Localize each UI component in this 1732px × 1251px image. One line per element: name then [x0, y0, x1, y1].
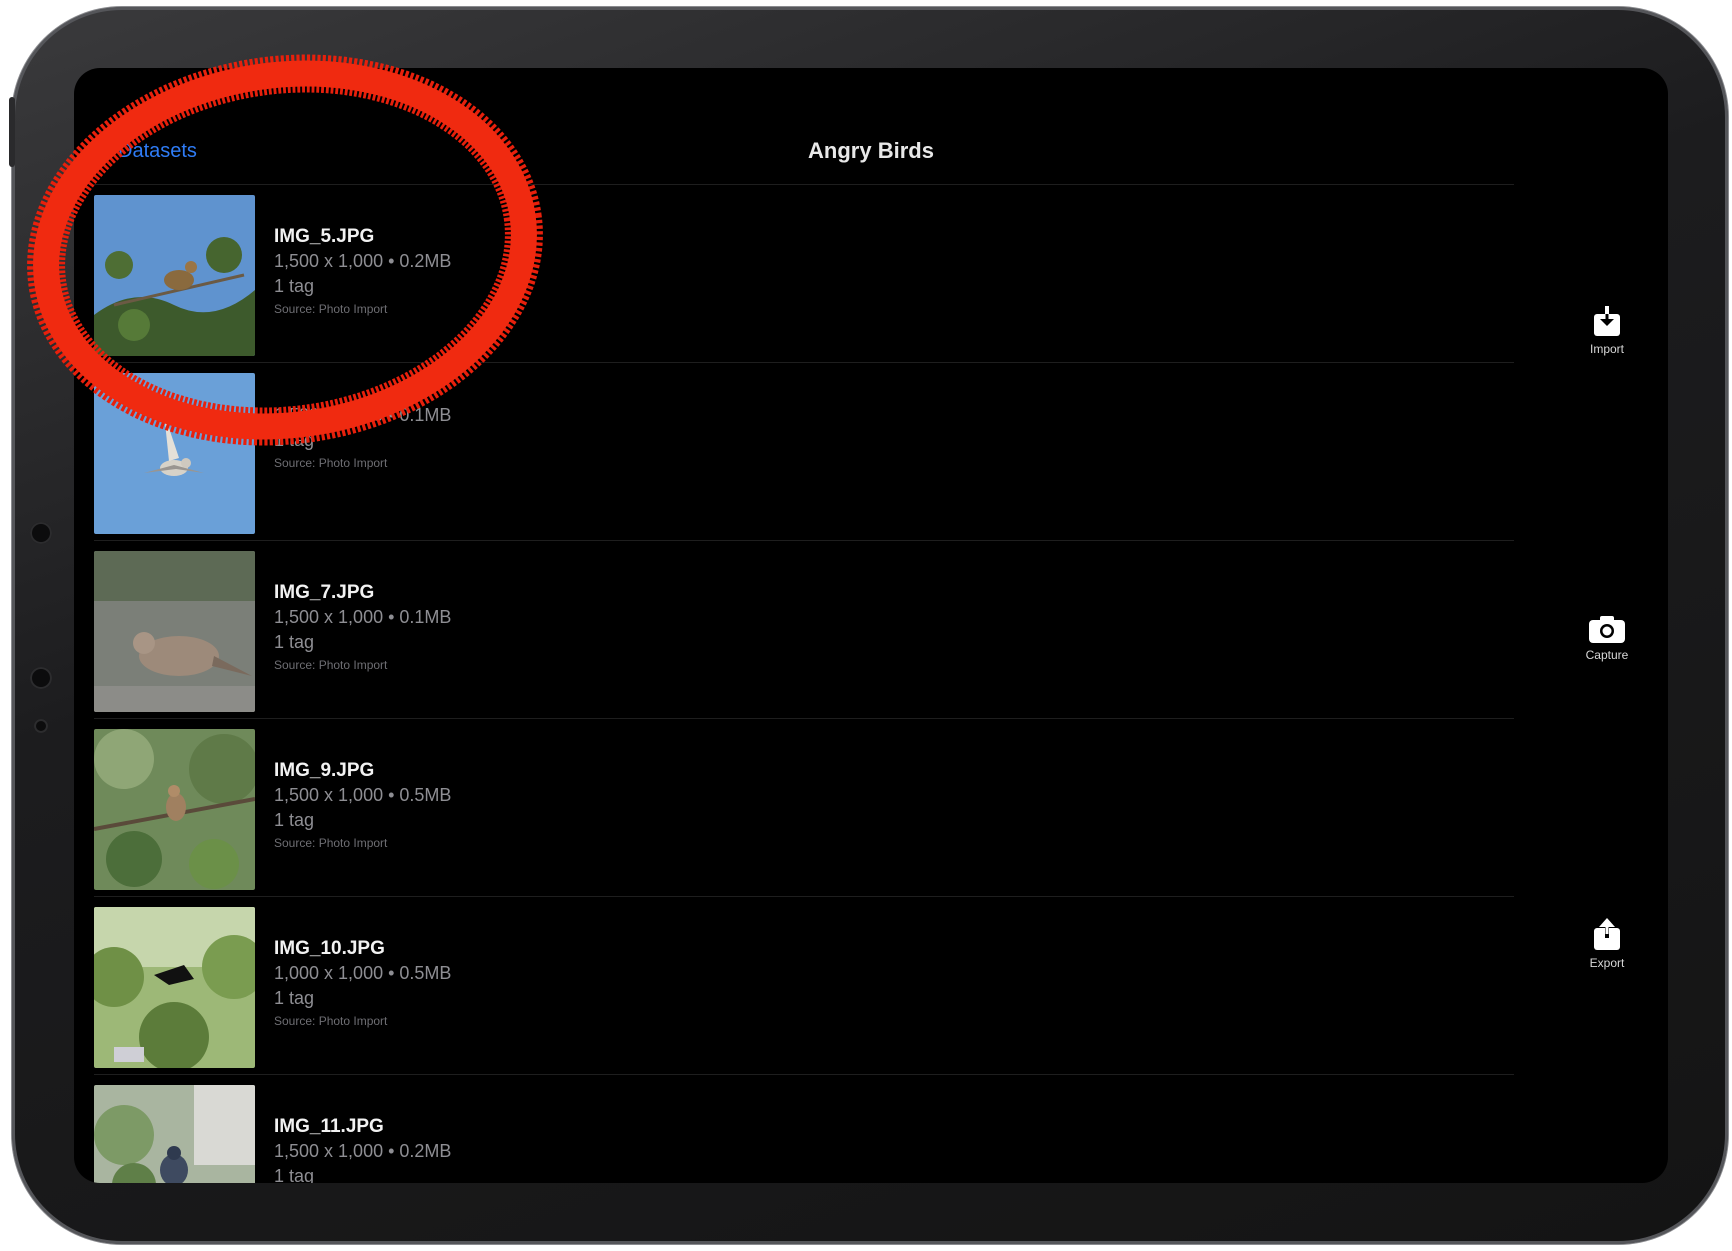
import-button[interactable]: Import	[1562, 306, 1652, 356]
import-label: Import	[1589, 342, 1624, 356]
file-name: IMG_11.JPG	[274, 1116, 384, 1137]
power-button	[9, 97, 15, 167]
front-sensor-small	[34, 719, 48, 733]
tag-count: 1 tag	[274, 810, 315, 830]
list-item[interactable]: IMG_9.JPG 1,500 x 1,000 • 0.5MB 1 tag So…	[94, 718, 1514, 896]
export-button[interactable]: Export	[1562, 918, 1652, 970]
file-name: IMG_10.JPG	[274, 938, 385, 959]
tag-count: 1 tag	[274, 276, 315, 296]
list-item[interactable]: 1,500 x 1,000 • 0.1MB 1 tag Source: Phot…	[94, 362, 1514, 540]
tag-count: 1 tag	[274, 632, 315, 652]
list-item[interactable]: IMG_7.JPG 1,500 x 1,000 • 0.1MB 1 tag So…	[94, 540, 1514, 718]
tag-count: 1 tag	[274, 988, 315, 1008]
image-list: IMG_5.JPG 1,500 x 1,000 • 0.2MB 1 tag So…	[94, 184, 1514, 1183]
list-item[interactable]: IMG_10.JPG 1,000 x 1,000 • 0.5MB 1 tag S…	[94, 896, 1514, 1074]
list-item[interactable]: IMG_5.JPG 1,500 x 1,000 • 0.2MB 1 tag So…	[94, 184, 1514, 362]
list-item[interactable]: IMG_11.JPG 1,500 x 1,000 • 0.2MB 1 tag	[94, 1074, 1514, 1183]
file-source: Source: Photo Import	[274, 1014, 388, 1028]
app-screen: Datasets Angry Birds IMG_5.JPG 1,500 x 1…	[74, 68, 1668, 1183]
file-dimensions: 1,500 x 1,000 • 0.2MB	[274, 1141, 452, 1161]
tag-count: 1 tag	[274, 1166, 315, 1183]
front-sensor	[30, 667, 52, 689]
export-label: Export	[1589, 956, 1625, 970]
page-title: Angry Birds	[808, 138, 934, 163]
file-dimensions: 1,500 x 1,000 • 0.1MB	[274, 607, 452, 627]
front-camera	[30, 522, 52, 544]
tag-count: 1 tag	[274, 430, 315, 450]
file-dimensions: 1,500 x 1,000 • 0.5MB	[274, 785, 452, 805]
capture-button[interactable]: Capture	[1562, 614, 1652, 662]
file-name: IMG_9.JPG	[274, 760, 375, 781]
import-icon	[1594, 306, 1620, 336]
file-dimensions: 1,500 x 1,000 • 0.2MB	[274, 251, 452, 271]
export-icon	[1594, 918, 1620, 950]
bird-thumbnail	[94, 907, 255, 1068]
bird-thumbnail	[94, 373, 255, 534]
bird-thumbnail	[94, 195, 255, 356]
file-dimensions: 1,500 x 1,000 • 0.1MB	[274, 405, 452, 425]
file-dimensions: 1,000 x 1,000 • 0.5MB	[274, 963, 452, 983]
file-source: Source: Photo Import	[274, 658, 388, 672]
file-source: Source: Photo Import	[274, 302, 388, 316]
bird-thumbnail	[94, 1085, 255, 1183]
file-source: Source: Photo Import	[274, 836, 388, 850]
capture-label: Capture	[1585, 648, 1629, 662]
file-name: IMG_5.JPG	[274, 226, 375, 247]
bird-thumbnail	[94, 551, 255, 712]
file-name: IMG_7.JPG	[274, 582, 375, 603]
bird-thumbnail	[94, 729, 255, 890]
file-source: Source: Photo Import	[274, 456, 388, 470]
camera-icon	[1589, 616, 1625, 643]
